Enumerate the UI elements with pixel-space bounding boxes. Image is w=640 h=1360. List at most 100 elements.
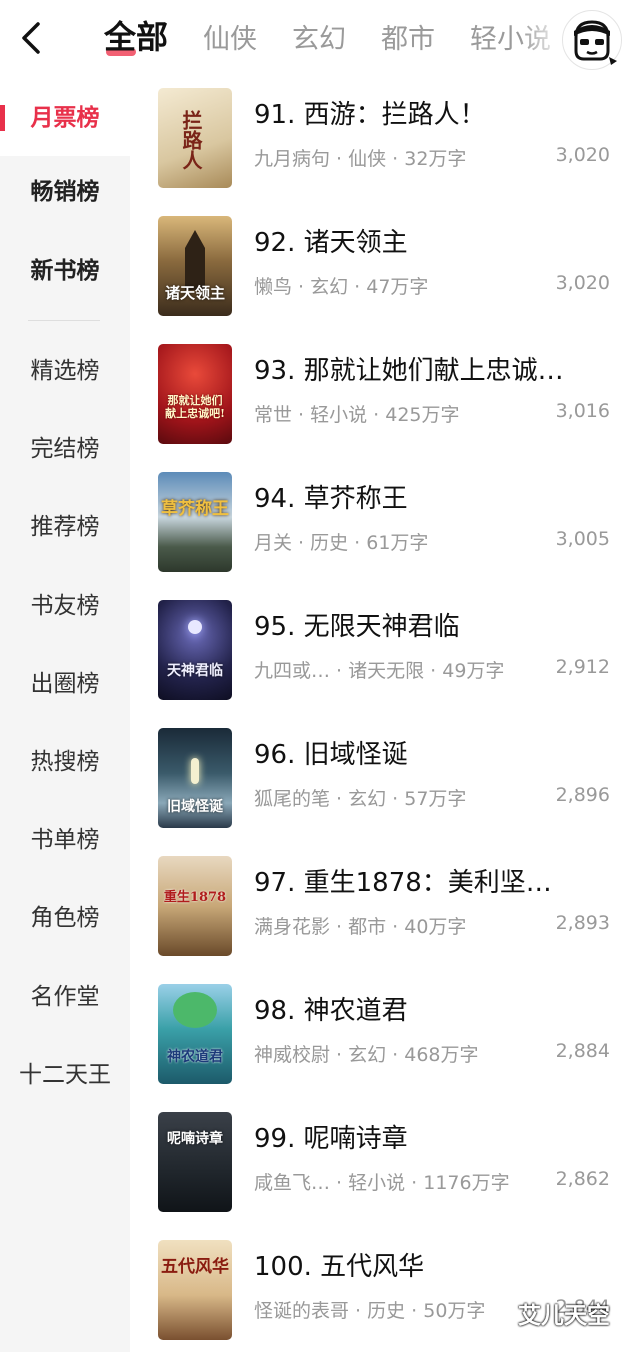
cover-title: 那就让她们献上忠诚吧! (165, 394, 225, 420)
book-meta: 九月病句 · 仙侠 · 32万字 (254, 148, 467, 170)
top-bar: 全部 仙侠 玄幻 都市 轻小说 (0, 0, 640, 80)
book-cover[interactable]: 重生1878 (158, 856, 232, 956)
sidebar-item-recommended[interactable]: 推荐榜 (0, 507, 130, 547)
sidebar-item-breakout[interactable]: 出圈榜 (0, 664, 130, 704)
book-cover[interactable]: 拦路人 (158, 88, 232, 188)
book-title: 91. 西游：拦路人！ (254, 100, 486, 130)
book-cover[interactable]: 旧域怪诞 (158, 728, 232, 828)
sidebar-item-label: 畅销榜 (30, 179, 100, 205)
tree-illustration (173, 992, 217, 1028)
ticket-count: 3,020 (555, 272, 610, 294)
user-avatar-icon (574, 20, 617, 65)
book-meta: 咸鱼飞… · 轻小说 · 1176万字 (254, 1172, 510, 1194)
cover-title: 天神君临 (167, 663, 223, 679)
sidebar-item-label: 热搜榜 (30, 749, 100, 775)
ticket-count: 2,862 (555, 1168, 610, 1190)
sidebar-item-selected[interactable]: 精选榜 (0, 351, 130, 391)
cover-title: 拦路人 (179, 110, 203, 170)
sidebar-item-twelve-kings[interactable]: 十二天王 (0, 1055, 130, 1095)
ticket-count: 2,912 (555, 656, 610, 678)
book-title: 96. 旧域怪诞 (254, 740, 408, 770)
book-cover[interactable]: 呢喃诗章 (158, 1112, 232, 1212)
book-meta: 常世 · 轻小说 · 425万字 (254, 404, 460, 426)
sidebar-item-label: 完结榜 (30, 436, 100, 462)
castle-illustration (185, 230, 205, 290)
ticket-count: 3,016 (555, 400, 610, 422)
tab-xuanhuan[interactable]: 玄幻 (292, 15, 346, 65)
tab-label: 全部 (104, 18, 169, 56)
moon-illustration (188, 620, 202, 634)
cover-title: 旧域怪诞 (167, 799, 223, 815)
book-title: 94. 草芥称王 (254, 484, 408, 514)
sidebar-item-label: 书单榜 (30, 827, 100, 853)
user-avatar-button[interactable] (562, 10, 622, 70)
book-title: 100. 五代风华 (254, 1252, 425, 1282)
sidebar-item-character[interactable]: 角色榜 (0, 898, 130, 938)
sidebar-item-booklist[interactable]: 书单榜 (0, 820, 130, 860)
book-row[interactable]: 诸天领主 92. 诸天领主 懒鸟 · 玄幻 · 47万字 3,020 (130, 208, 640, 336)
tab-xianxia[interactable]: 仙侠 (203, 15, 257, 65)
book-meta: 九四或… · 诸天无限 · 49万字 (254, 660, 505, 682)
sidebar-item-reader-friends[interactable]: 书友榜 (0, 586, 130, 626)
sidebar-item-label: 新书榜 (30, 258, 100, 284)
book-cover[interactable]: 神农道君 (158, 984, 232, 1084)
book-row[interactable]: 神农道君 98. 神农道君 神威校尉 · 玄幻 · 468万字 2,884 (130, 976, 640, 1104)
tabs-fade (520, 10, 565, 70)
cover-title: 神农道君 (167, 1049, 223, 1065)
book-row[interactable]: 呢喃诗章 99. 呢喃诗章 咸鱼飞… · 轻小说 · 1176万字 2,862 (130, 1104, 640, 1232)
sidebar-item-label: 书友榜 (30, 593, 100, 619)
book-cover[interactable]: 五代风华 (158, 1240, 232, 1340)
ticket-count: 3,020 (555, 144, 610, 166)
sidebar-item-label: 精选榜 (30, 358, 100, 384)
back-button[interactable] (14, 18, 48, 58)
book-row[interactable]: 草芥称王 94. 草芥称王 月关 · 历史 · 61万字 3,005 (130, 464, 640, 592)
book-title: 98. 神农道君 (254, 996, 408, 1026)
book-cover[interactable]: 天神君临 (158, 600, 232, 700)
cover-title: 草芥称王 (161, 499, 229, 519)
book-title: 97. 重生1878：美利坚… (254, 868, 552, 898)
book-meta: 懒鸟 · 玄幻 · 47万字 (254, 276, 429, 298)
book-row[interactable]: 重生1878 97. 重生1878：美利坚… 满身花影 · 都市 · 40万字 … (130, 848, 640, 976)
sidebar-item-label: 十二天王 (19, 1062, 111, 1088)
book-meta: 怪诞的表哥 · 历史 · 50万字 (254, 1300, 486, 1322)
sidebar-item-monthly-ticket[interactable]: 月票榜 (0, 80, 130, 156)
sidebar-item-label: 名作堂 (30, 984, 100, 1010)
book-row[interactable]: 旧域怪诞 96. 旧域怪诞 狐尾的笔 · 玄幻 · 57万字 2,896 (130, 720, 640, 848)
book-title: 93. 那就让她们献上忠诚… (254, 356, 564, 386)
sidebar-item-label: 月票榜 (30, 105, 100, 131)
sidebar-active-indicator (0, 105, 5, 131)
sidebar-item-completed[interactable]: 完结榜 (0, 429, 130, 469)
watermark: 艾儿天空 (518, 1303, 610, 1329)
cover-title: 重生1878 (163, 890, 227, 905)
tab-all[interactable]: 全部 (104, 12, 168, 62)
book-row[interactable]: 那就让她们献上忠诚吧! 93. 那就让她们献上忠诚… 常世 · 轻小说 · 42… (130, 336, 640, 464)
ticket-count: 2,893 (555, 912, 610, 934)
tab-dushi[interactable]: 都市 (381, 15, 435, 65)
book-title: 99. 呢喃诗章 (254, 1124, 408, 1154)
ticket-count: 2,896 (555, 784, 610, 806)
ticket-count: 3,005 (555, 528, 610, 550)
book-cover[interactable]: 那就让她们献上忠诚吧! (158, 344, 232, 444)
book-title: 95. 无限天神君临 (254, 612, 460, 642)
cover-title: 五代风华 (161, 1257, 229, 1277)
book-cover[interactable]: 草芥称王 (158, 472, 232, 572)
sidebar-item-hot-search[interactable]: 热搜榜 (0, 742, 130, 782)
sidebar-item-bestseller[interactable]: 畅销榜 (0, 172, 130, 212)
book-title: 92. 诸天领主 (254, 228, 408, 258)
book-meta: 月关 · 历史 · 61万字 (254, 532, 429, 554)
book-meta: 狐尾的笔 · 玄幻 · 57万字 (254, 788, 467, 810)
sidebar-item-masterpiece[interactable]: 名作堂 (0, 977, 130, 1017)
sidebar-item-label: 推荐榜 (30, 514, 100, 540)
book-cover[interactable]: 诸天领主 (158, 216, 232, 316)
sidebar-item-label: 角色榜 (30, 905, 100, 931)
book-row[interactable]: 天神君临 95. 无限天神君临 九四或… · 诸天无限 · 49万字 2,912 (130, 592, 640, 720)
light-illustration (191, 758, 199, 784)
book-meta: 满身花影 · 都市 · 40万字 (254, 916, 467, 938)
book-meta: 神威校尉 · 玄幻 · 468万字 (254, 1044, 479, 1066)
category-tabs: 全部 仙侠 玄幻 都市 轻小说 (104, 12, 559, 68)
sidebar-divider (28, 320, 100, 321)
sidebar-item-new-books[interactable]: 新书榜 (0, 251, 130, 291)
ticket-count: 2,884 (555, 1040, 610, 1062)
book-row[interactable]: 拦路人 91. 西游：拦路人！ 九月病句 · 仙侠 · 32万字 3,020 (130, 80, 640, 208)
cover-title: 诸天领主 (164, 284, 225, 302)
